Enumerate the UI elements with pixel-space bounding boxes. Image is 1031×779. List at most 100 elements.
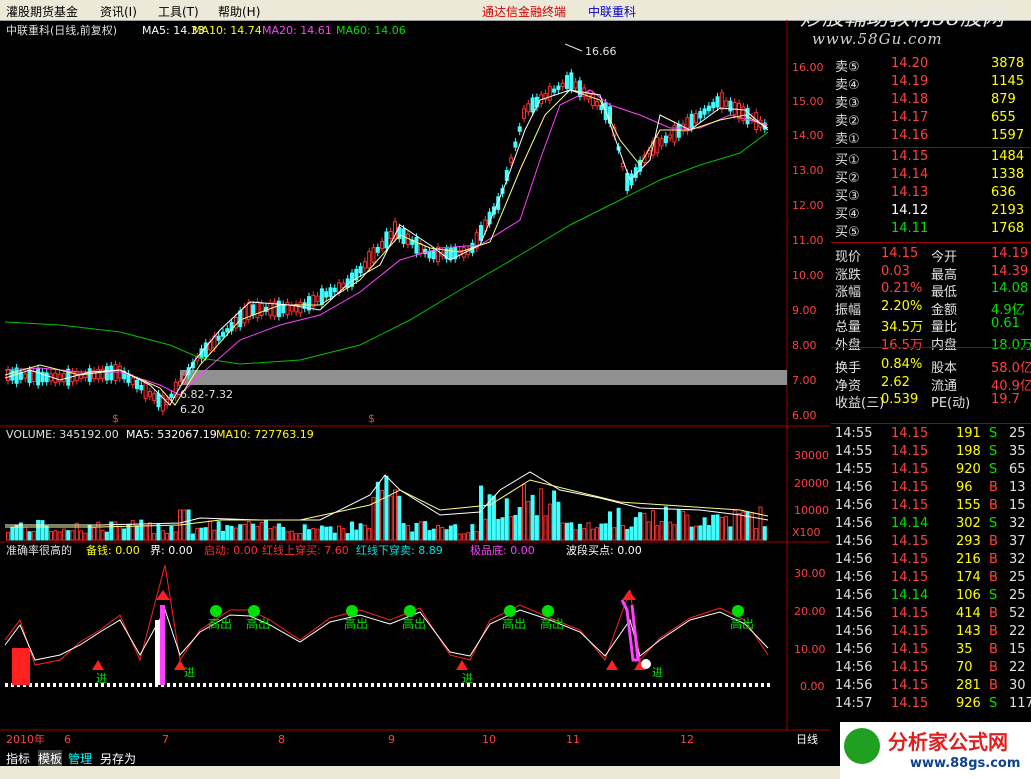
tick-price: 14.14 <box>891 516 929 531</box>
volume-bar <box>238 524 243 541</box>
flower-logo-icon <box>844 728 880 764</box>
volume-bar <box>530 494 535 541</box>
tick-volume: 70 <box>956 660 973 675</box>
ask-price: 14.16 <box>891 128 929 143</box>
ask-price: 14.19 <box>891 74 929 89</box>
volume-bar <box>582 528 587 541</box>
panel-divider <box>831 147 1031 148</box>
candle <box>676 123 681 138</box>
candle <box>281 304 286 314</box>
quote-panel: 卖⑤ 14.20 3878 卖④ 14.19 1145 卖③ 14.18 879 卖② 14.17 6… <box>831 55 1031 745</box>
candle <box>479 225 483 241</box>
tick-row: 14:55 14.15 191 S 25 <box>831 425 1031 443</box>
tick-row: 14:55 14.15 920 S 65 <box>831 461 1031 479</box>
candle <box>242 306 247 324</box>
tick-price: 14.15 <box>891 498 929 513</box>
volume-bar <box>208 520 213 541</box>
indicator-axis: 30.00 20.00 10.00 0.00 <box>794 567 826 693</box>
menu-item-help[interactable]: 帮助(H) <box>218 3 260 20</box>
indicator-tick: 10.00 <box>794 643 826 656</box>
volume-bar <box>436 524 440 541</box>
volume-bar <box>79 530 84 541</box>
candle <box>732 101 737 116</box>
candle <box>169 393 174 399</box>
candle <box>14 367 19 384</box>
volume-bar <box>328 526 333 541</box>
high-annotation: 16.66 <box>585 45 617 58</box>
period-label[interactable]: 日线 <box>796 732 818 746</box>
indicator-title: 准确率很高的 <box>6 543 72 557</box>
tick-volume: 198 <box>956 444 981 459</box>
menu-item-fund[interactable]: 灌股期货基金 <box>6 3 78 20</box>
menu-item-tools[interactable]: 工具(T) <box>158 3 199 20</box>
watermark-url: www.58Gu.com <box>812 30 943 48</box>
stat-value: 0.03 <box>881 263 910 279</box>
volume-bar <box>431 528 436 541</box>
x-axis-label: 2010年 <box>6 732 45 746</box>
buy-arrow-icon <box>606 660 618 670</box>
volume-bar <box>724 516 729 541</box>
ask-price: 14.20 <box>891 56 929 71</box>
sell-label: 高出 <box>246 616 270 631</box>
tick-time: 14:56 <box>835 678 873 693</box>
tab-template[interactable]: 模板 <box>38 750 63 767</box>
volume-bar <box>427 530 432 541</box>
tick-time: 14:55 <box>835 462 873 477</box>
ask-price: 14.17 <box>891 110 929 125</box>
volume-bar <box>319 525 324 541</box>
volume-bar <box>135 525 139 541</box>
candle <box>371 247 376 263</box>
tick-row: 14:56 14.15 96 B 13 <box>831 479 1031 497</box>
volume-bar <box>651 510 655 541</box>
candle <box>23 373 28 379</box>
volume-bar <box>272 526 277 541</box>
volume-bar <box>496 518 501 541</box>
volume-bar <box>629 526 634 541</box>
candle <box>517 126 522 132</box>
price-axis: 16.00 15.00 14.00 13.00 12.00 11.00 10.0… <box>792 61 824 422</box>
tick-time: 14:56 <box>835 660 873 675</box>
volume-bar <box>457 533 462 541</box>
tick-row: 14:56 14.15 174 B 25 <box>831 569 1031 587</box>
tab-save-as[interactable]: 另存为 <box>100 750 136 767</box>
indicator-red-line <box>4 564 769 666</box>
menu-item-info[interactable]: 资讯(I) <box>100 3 137 20</box>
tick-count: 117 <box>1009 696 1031 711</box>
tab-manage[interactable]: 管理 <box>68 750 92 767</box>
candle <box>668 134 673 139</box>
sell-dot-icon <box>248 605 260 617</box>
volume-bar <box>698 525 703 541</box>
chart-area[interactable]: 中联重科(日线,前复权) MA5: 14.33 MA10: 14.74 MA20… <box>0 20 830 748</box>
volume-bar <box>762 526 767 541</box>
volume-bar <box>616 507 621 541</box>
candle <box>139 384 144 391</box>
volume-bar <box>418 521 423 541</box>
volume-bar <box>315 528 320 541</box>
indicator-tick: 20.00 <box>794 605 826 618</box>
volume-bar <box>479 485 483 541</box>
indicator-tick: 30.00 <box>794 567 826 580</box>
candle <box>130 377 135 386</box>
stat-value: 18.0万 <box>991 337 1031 353</box>
candle <box>522 108 526 119</box>
volume-bar <box>61 528 66 541</box>
volume-bar <box>324 526 329 541</box>
tab-indicator[interactable]: 指标 <box>6 750 30 767</box>
tick-direction: S <box>989 588 998 603</box>
candle <box>706 105 711 112</box>
candle <box>724 100 729 107</box>
volume-bar <box>354 529 359 541</box>
volume-bar <box>633 517 638 541</box>
tick-count: 32 <box>1009 552 1026 567</box>
volume-bar <box>203 527 208 541</box>
sell-label: 高出 <box>540 616 564 631</box>
tick-time: 14:57 <box>835 696 873 711</box>
bid-row: 买④ 14.12 2193 <box>831 202 1031 222</box>
volume-tick: 20000 <box>794 477 829 490</box>
volume-bar <box>367 528 372 541</box>
bid-price: 14.11 <box>891 221 929 236</box>
indicator-field: 波段买点: 0.00 <box>566 543 642 557</box>
tick-volume: 96 <box>956 480 973 495</box>
volume-bar <box>40 520 45 541</box>
candle <box>221 331 225 337</box>
